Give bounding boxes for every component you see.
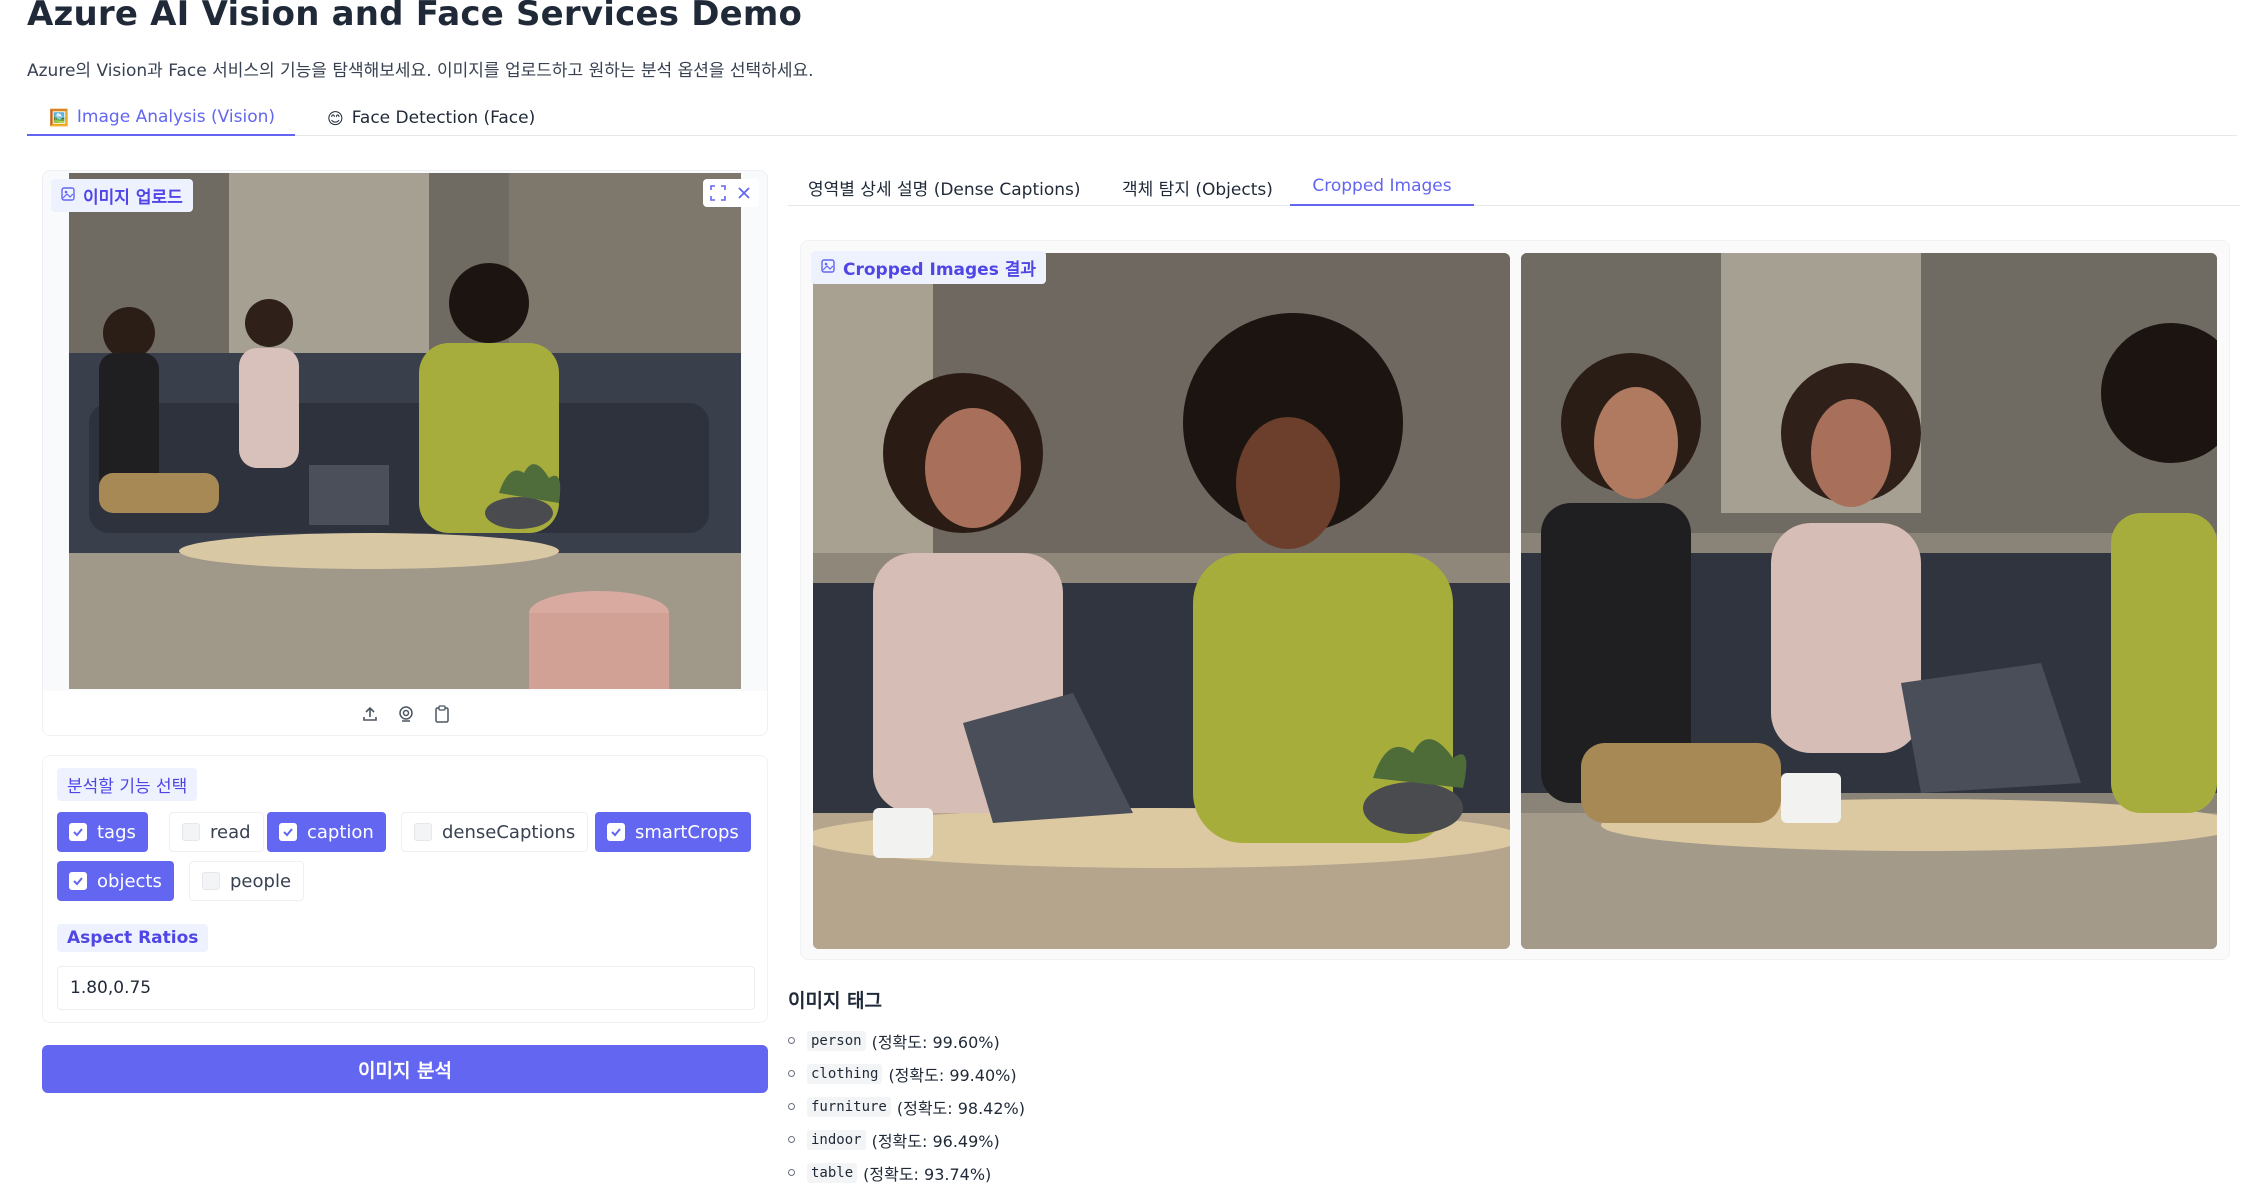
unchecked-box <box>202 872 220 890</box>
tag-name: furniture <box>807 1096 891 1117</box>
features-label: 분석할 기능 선택 <box>57 768 198 801</box>
tags-list: person (정확도: 99.60%) clothing (정확도: 99.40%… <box>788 1024 1025 1188</box>
gallery-label-text: Cropped Images 결과 <box>843 260 1037 280</box>
unchecked-box <box>182 823 200 841</box>
checkbox-caption[interactable]: caption <box>267 812 386 852</box>
bullet-icon <box>788 1136 795 1143</box>
upload-toolbar <box>43 691 767 735</box>
list-item: furniture (정확도: 98.42%) <box>788 1090 1025 1123</box>
tags-heading: 이미지 태그 <box>788 990 883 1012</box>
checkbox-smart-crops[interactable]: smartCrops <box>595 812 751 852</box>
fullscreen-icon[interactable] <box>707 182 729 204</box>
image-actions <box>703 179 759 207</box>
tab-label: Image Analysis (Vision) <box>76 107 276 127</box>
checkmark-icon <box>279 823 297 841</box>
checkmark-icon <box>69 823 87 841</box>
checkbox-label: caption <box>307 821 374 843</box>
checkbox-label: smartCrops <box>635 821 739 843</box>
tag-name: person <box>807 1030 866 1051</box>
list-item: clothing (정확도: 99.40%) <box>788 1057 1025 1090</box>
cropped-images-gallery: Cropped Images 결과 <box>800 240 2230 960</box>
checkbox-label: read <box>210 821 251 843</box>
aspect-ratios-label: Aspect Ratios <box>57 924 209 952</box>
tag-confidence: (정확도: 96.49%) <box>871 1131 1000 1151</box>
list-item: indoor (정확도: 96.49%) <box>788 1123 1025 1156</box>
image-icon <box>61 186 75 206</box>
image-upload-area[interactable]: 이미지 업로드 <box>42 170 768 736</box>
analyze-button[interactable]: 이미지 분석 <box>42 1045 768 1093</box>
tab-label: Face Detection (Face) <box>351 108 536 128</box>
tag-name: clothing <box>807 1063 883 1084</box>
webcam-icon[interactable] <box>397 705 415 723</box>
checkmark-icon <box>607 823 625 841</box>
page-subtitle: Azure의 Vision과 Face 서비스의 기능을 탐색해보세요. 이미지… <box>27 61 814 81</box>
aspect-ratios-input[interactable] <box>57 966 755 1010</box>
tag-confidence: (정확도: 99.60%) <box>871 1032 1000 1052</box>
page-title: Azure AI Vision and Face Services Demo <box>27 0 803 34</box>
main-tab-bar: 🖼️ Image Analysis (Vision) 😊 Face Detect… <box>27 100 2237 136</box>
list-item: table (정확도: 93.74%) <box>788 1156 1025 1188</box>
list-item: person (정확도: 99.60%) <box>788 1024 1025 1057</box>
checkbox-label: people <box>230 870 292 892</box>
checkbox-label: tags <box>97 821 136 843</box>
checkmark-icon <box>69 872 87 890</box>
tag-name: table <box>807 1162 858 1183</box>
bullet-icon <box>788 1070 795 1077</box>
result-tab-bar: 영역별 상세 설명 (Dense Captions) 객체 탐지 (Object… <box>788 168 2240 206</box>
checkbox-people[interactable]: people <box>189 861 305 901</box>
tag-name: indoor <box>807 1129 866 1150</box>
bullet-icon <box>788 1037 795 1044</box>
tag-confidence: (정확도: 93.74%) <box>863 1164 992 1184</box>
gallery-label: Cropped Images 결과 <box>811 251 1047 284</box>
tag-confidence: (정확도: 98.42%) <box>896 1098 1025 1118</box>
checkbox-label: objects <box>97 870 162 892</box>
bullet-icon <box>788 1169 795 1176</box>
tab-cropped-images[interactable]: Cropped Images <box>1290 168 1474 206</box>
checkbox-tags[interactable]: tags <box>57 812 148 852</box>
checkbox-label: denseCaptions <box>442 821 576 843</box>
tab-face-detection[interactable]: 😊 Face Detection (Face) <box>317 100 535 136</box>
cropped-image[interactable] <box>813 253 1510 949</box>
picture-icon: 🖼️ <box>49 107 69 127</box>
tab-objects[interactable]: 객체 탐지 (Objects) <box>1122 168 1273 206</box>
upload-label-text: 이미지 업로드 <box>83 188 183 208</box>
tag-confidence: (정확도: 99.40%) <box>888 1065 1017 1085</box>
unchecked-box <box>414 823 432 841</box>
tab-dense-captions[interactable]: 영역별 상세 설명 (Dense Captions) <box>808 168 1081 206</box>
close-icon[interactable] <box>733 182 755 204</box>
checkbox-objects[interactable]: objects <box>57 861 174 901</box>
analysis-options: 분석할 기능 선택 tags read caption denseCaption… <box>42 755 768 1023</box>
smiley-icon: 😊 <box>327 108 344 128</box>
bullet-icon <box>788 1103 795 1110</box>
upload-icon[interactable] <box>361 705 379 723</box>
upload-label: 이미지 업로드 <box>51 179 193 212</box>
image-icon <box>821 258 835 278</box>
uploaded-image <box>69 173 741 689</box>
cropped-image[interactable] <box>1521 253 2217 949</box>
checkbox-dense-captions[interactable]: denseCaptions <box>401 812 589 852</box>
checkbox-read[interactable]: read <box>169 812 264 852</box>
tab-image-analysis[interactable]: 🖼️ Image Analysis (Vision) <box>27 100 295 136</box>
clipboard-icon[interactable] <box>433 705 451 723</box>
